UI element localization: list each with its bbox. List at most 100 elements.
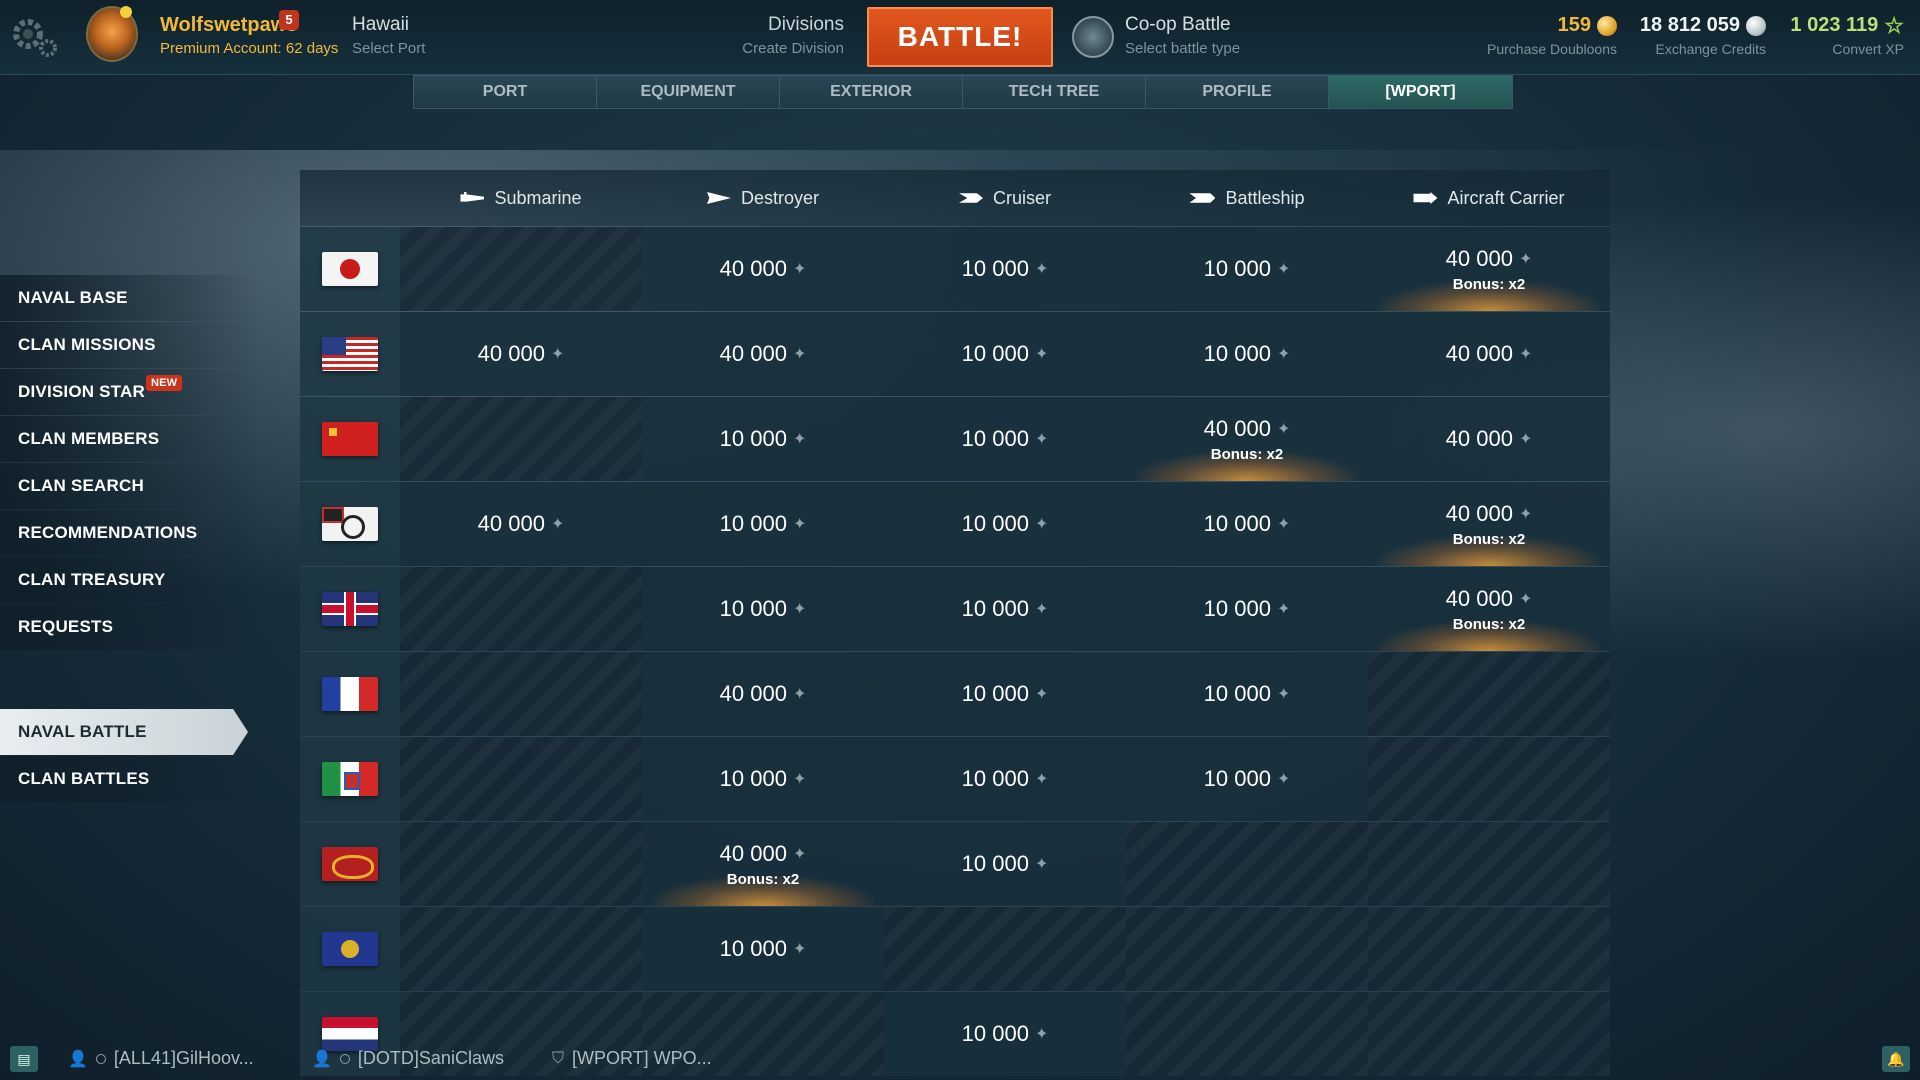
player-avatar[interactable] [86, 6, 138, 62]
column-header-submarine: Submarine [400, 170, 642, 226]
notifications-bell-icon[interactable]: 🔔 [1882, 1046, 1910, 1072]
sidebar-item-label: DIVISION STAR [18, 382, 145, 401]
oil-icon: ✦ [1518, 346, 1533, 363]
reward-cell [1126, 822, 1368, 906]
credits-icon [1746, 15, 1766, 36]
oil-icon: ✦ [1276, 346, 1291, 363]
cruiser-icon [958, 193, 983, 203]
tab-equipment[interactable]: EQUIPMENT [597, 76, 780, 108]
reward-value: 40 000 [1203, 415, 1271, 441]
reward-cell [1368, 907, 1610, 991]
sidebar-item-requests[interactable]: REQUESTS [0, 604, 260, 650]
sidebar-item-clan-treasury[interactable]: CLAN TREASURY [0, 557, 260, 603]
reward-cell: 10 000 ✦ [884, 822, 1126, 906]
settings-gear-icon[interactable] [10, 14, 62, 60]
tab-exterior[interactable]: EXTERIOR [780, 76, 963, 108]
reward-value: 40 000 [719, 256, 787, 281]
reward-value: 10 000 [961, 681, 1029, 706]
chat-contact[interactable]: 👤 [DOTD]SaniClaws [312, 1048, 504, 1069]
battle-type-subtitle[interactable]: Select battle type [1125, 40, 1240, 57]
chat-contact[interactable]: ⛉ [WPORT] WPO... [552, 1048, 712, 1069]
oil-icon: ✦ [1518, 590, 1533, 608]
reward-amount: 40 000 ✦ [720, 841, 807, 867]
main-tabs: PORT EQUIPMENT EXTERIOR TECH TREE PROFIL… [413, 75, 1513, 109]
reward-value: 40 000 [719, 840, 787, 866]
sidebar-item-naval-base[interactable]: NAVAL BASE [0, 275, 260, 321]
oil-icon: ✦ [1518, 505, 1533, 523]
reward-value: 40 000 [719, 341, 787, 366]
tab-clan[interactable]: [WPORT] [1329, 76, 1512, 108]
credits-display[interactable]: 18 812 059 Exchange Credits [1640, 14, 1766, 57]
tab-tech-tree[interactable]: TECH TREE [963, 76, 1146, 108]
reward-value: 10 000 [719, 426, 787, 451]
free-xp-display[interactable]: 1 023 119 ☆ Convert XP [1790, 14, 1904, 57]
reward-cell: 40 000 ✦ [642, 227, 884, 311]
flag-europe-icon [322, 932, 378, 966]
sidebar-item-label: NAVAL BASE [18, 288, 128, 307]
reward-value: 10 000 [1203, 596, 1271, 621]
reward-cell: 10 000 ✦ [884, 652, 1126, 736]
reward-cell: 40 000 ✦ [400, 482, 642, 566]
column-header-cruiser: Cruiser [884, 170, 1126, 226]
create-division-link[interactable]: Create Division [742, 40, 844, 57]
premium-status[interactable]: Premium Account: 62 days [160, 40, 338, 57]
table-row: 40 000 ✦ 10 000 ✦ 10 000 ✦ [300, 651, 1610, 736]
reward-cell: 10 000 ✦ [884, 397, 1126, 481]
port-selector-title[interactable]: Hawaii [352, 14, 409, 36]
sidebar-item-label: CLAN BATTLES [18, 769, 150, 788]
reward-amount: 10 000 ✦ [1204, 256, 1291, 282]
table-header: Submarine Destroyer Cruiser Battleship A… [300, 170, 1610, 226]
oil-icon: ✦ [1276, 601, 1291, 618]
contact-name: [ALL41]GilHoov... [113, 1048, 254, 1068]
battle-type-title[interactable]: Co-op Battle [1125, 14, 1231, 36]
tab-profile[interactable]: PROFILE [1146, 76, 1329, 108]
notification-badge: 5 [279, 10, 299, 30]
sidebar-item-clan-search[interactable]: CLAN SEARCH [0, 463, 260, 509]
reward-cell [400, 652, 642, 736]
chat-contact[interactable]: 👤 [ALL41]GilHoov... [68, 1048, 254, 1069]
sidebar-item-recommendations[interactable]: RECOMMENDATIONS [0, 510, 260, 556]
oil-icon: ✦ [1034, 431, 1049, 448]
table-row: 40 000 ✦ 10 000 ✦ 10 000 ✦ 10 000 ✦ 40 000 ✦ Bonus… [300, 481, 1610, 566]
battle-type-icon[interactable] [1072, 16, 1114, 58]
sidebar-item-clan-battles[interactable]: CLAN BATTLES [0, 756, 260, 802]
flag-usa-icon [322, 337, 378, 371]
port-selector-subtitle[interactable]: Select Port [352, 40, 425, 57]
oil-icon: ✦ [792, 516, 807, 533]
column-header-battleship: Battleship [1126, 170, 1368, 226]
sidebar-item-naval-battle[interactable]: NAVAL BATTLE [0, 709, 248, 755]
reward-cell: 10 000 ✦ [1126, 567, 1368, 651]
flag-uk-icon [322, 592, 378, 626]
reward-cell: 10 000 ✦ [1126, 312, 1368, 396]
nation-cell [300, 567, 400, 651]
reward-value: 10 000 [961, 256, 1029, 281]
reward-cell: 10 000 ✦ [642, 397, 884, 481]
reward-cell [400, 822, 642, 906]
chat-icon[interactable]: ▤ [10, 1046, 38, 1072]
sidebar-item-division-star[interactable]: DIVISION STAR NEW [0, 369, 260, 415]
reward-cell: 10 000 ✦ [642, 567, 884, 651]
reward-amount: 10 000 ✦ [720, 936, 807, 962]
contact-name: [WPORT] WPO... [572, 1048, 712, 1068]
reward-cell: 40 000 ✦ [642, 652, 884, 736]
sidebar-item-clan-members[interactable]: CLAN MEMBERS [0, 416, 260, 462]
doubloon-icon [1597, 15, 1617, 36]
reward-amount: 10 000 ✦ [962, 256, 1049, 282]
oil-icon: ✦ [1034, 516, 1049, 533]
tab-port[interactable]: PORT [414, 76, 597, 108]
doubloons-display[interactable]: 159 Purchase Doubloons [1487, 14, 1617, 57]
column-label: Destroyer [740, 187, 820, 208]
bonus-label: Bonus: x2 [1210, 445, 1284, 463]
reward-value: 10 000 [961, 426, 1029, 451]
nation-cell [300, 397, 400, 481]
divisions-title[interactable]: Divisions [768, 14, 844, 36]
reward-amount: 10 000 ✦ [962, 426, 1049, 452]
reward-value: 10 000 [961, 341, 1029, 366]
reward-amount: 10 000 ✦ [962, 341, 1049, 367]
sidebar-item-clan-missions[interactable]: CLAN MISSIONS [0, 322, 260, 368]
battle-button[interactable]: BATTLE! [867, 7, 1053, 67]
username[interactable]: Wolfswetpaws [160, 14, 297, 37]
bonus-label: Bonus: x2 [726, 870, 800, 888]
flag-germany-icon [322, 507, 378, 541]
reward-cell: 40 000 ✦ [1368, 312, 1610, 396]
